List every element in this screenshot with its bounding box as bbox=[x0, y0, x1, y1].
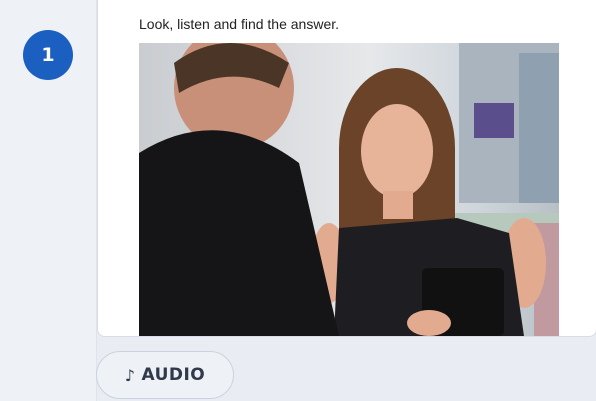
question-photo bbox=[139, 43, 559, 336]
question-card: Look, listen and find the answer. bbox=[97, 0, 596, 337]
music-note-icon: ♪ bbox=[124, 365, 136, 385]
audio-button[interactable]: ♪ AUDIO bbox=[96, 351, 234, 399]
question-number-badge: 1 bbox=[23, 30, 73, 80]
question-prompt: Look, listen and find the answer. bbox=[139, 16, 340, 32]
question-rail: 1 bbox=[0, 0, 97, 401]
question-number: 1 bbox=[41, 44, 55, 66]
audio-button-label: AUDIO bbox=[141, 365, 206, 385]
